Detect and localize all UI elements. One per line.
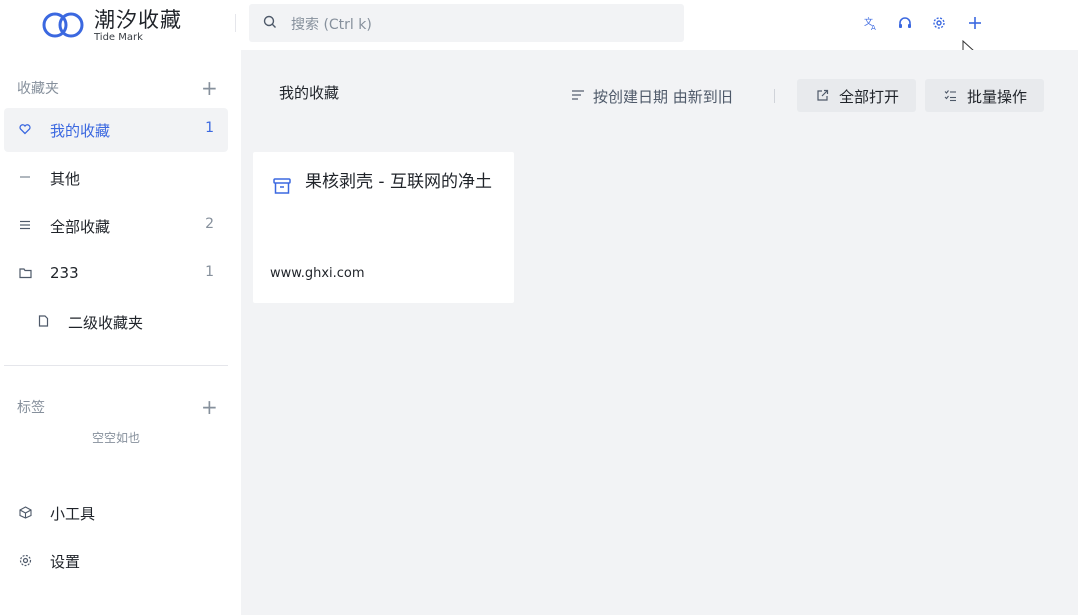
divider xyxy=(235,14,236,32)
dash-icon xyxy=(18,170,32,184)
cube-icon xyxy=(18,505,32,519)
sidebar-item-label: 233 xyxy=(50,264,79,282)
bookmark-title: 果核剥壳 - 互联网的净土 xyxy=(305,172,492,192)
svg-text:A: A xyxy=(871,24,876,30)
sidebar-item-label: 其他 xyxy=(50,170,81,188)
add-tag-icon[interactable]: + xyxy=(201,397,218,417)
favorites-header: 收藏夹 xyxy=(17,81,59,97)
sort-label: 按创建日期 由新到旧 xyxy=(593,88,733,106)
external-link-icon xyxy=(815,88,830,103)
tags-header: 标签 xyxy=(17,400,45,416)
plus-icon[interactable] xyxy=(966,14,984,32)
search-input[interactable]: 搜索 (Ctrl k) xyxy=(249,4,684,42)
batch-operation-label: 批量操作 xyxy=(967,88,1028,106)
heart-icon xyxy=(18,122,32,136)
divider xyxy=(774,89,775,103)
open-all-label: 全部打开 xyxy=(839,88,900,106)
sidebar-item-label: 二级收藏夹 xyxy=(68,314,144,332)
sort-icon xyxy=(572,90,584,100)
settings-gear-icon[interactable] xyxy=(930,14,948,32)
top-bar: 潮汐收藏 Tide Mark 搜索 (Ctrl k) 文A xyxy=(0,0,1078,60)
sidebar-item-label: 小工具 xyxy=(50,505,96,523)
sidebar-item-other[interactable]: 其他 xyxy=(4,156,228,200)
search-icon xyxy=(263,15,276,28)
sidebar-item-233[interactable]: 233 1 xyxy=(4,252,228,296)
sidebar-item-label: 我的收藏 xyxy=(50,122,111,140)
sidebar-item-label: 设置 xyxy=(50,553,81,571)
app-subtitle: Tide Mark xyxy=(94,32,143,43)
checklist-icon xyxy=(943,88,958,103)
sidebar-item-settings[interactable]: 设置 xyxy=(4,539,228,583)
main-content: 我的收藏 按创建日期 由新到旧 全部打开 批量操作 果核剥壳 - 互联网的净土 … xyxy=(241,50,1078,615)
sidebar-item-count: 2 xyxy=(205,216,214,232)
headset-icon[interactable] xyxy=(896,14,914,32)
file-icon xyxy=(36,314,50,328)
archive-box-icon xyxy=(273,178,291,194)
translate-icon[interactable]: 文A xyxy=(862,14,880,32)
sidebar-item-all-favorites[interactable]: 全部收藏 2 xyxy=(4,204,228,248)
sidebar-item-tools[interactable]: 小工具 xyxy=(4,491,228,535)
app-name: 潮汐收藏 xyxy=(94,8,182,32)
page-title: 我的收藏 xyxy=(279,84,340,102)
folder-icon xyxy=(18,266,32,280)
sidebar-item-label: 全部收藏 xyxy=(50,218,111,236)
batch-operation-button[interactable]: 批量操作 xyxy=(925,79,1044,112)
gear-icon xyxy=(18,553,32,567)
sidebar-item-subfolder[interactable]: 二级收藏夹 xyxy=(4,300,228,344)
sidebar: 收藏夹 + 我的收藏 1 其他 全部收藏 2 233 1 二级收藏夹 标签 + … xyxy=(0,50,240,615)
logo-icon xyxy=(42,12,84,38)
app-logo[interactable]: 潮汐收藏 Tide Mark xyxy=(42,6,182,44)
sidebar-item-count: 1 xyxy=(205,120,214,136)
sidebar-item-count: 1 xyxy=(205,264,214,280)
bookmark-card[interactable]: 果核剥壳 - 互联网的净土 www.ghxi.com xyxy=(253,152,514,303)
tags-empty-text: 空空如也 xyxy=(91,431,140,445)
search-placeholder: 搜索 (Ctrl k) xyxy=(291,17,372,33)
sidebar-divider xyxy=(4,365,228,366)
sidebar-item-my-favorites[interactable]: 我的收藏 1 xyxy=(4,108,228,152)
bookmark-url: www.ghxi.com xyxy=(270,266,365,281)
list-icon xyxy=(18,218,32,232)
add-folder-icon[interactable]: + xyxy=(201,78,218,98)
open-all-button[interactable]: 全部打开 xyxy=(797,79,916,112)
